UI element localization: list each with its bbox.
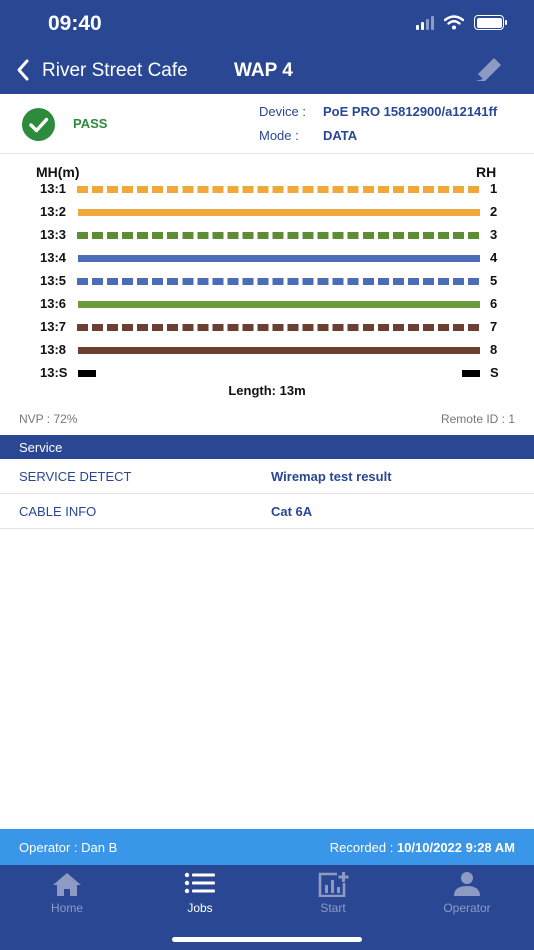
home-icon — [53, 873, 81, 896]
back-chevron-icon[interactable] — [12, 56, 36, 84]
home-indicator — [172, 937, 362, 942]
wiremap-wire — [77, 278, 481, 285]
wiremap-wire — [78, 301, 480, 308]
wiremap-row-label: 13:7 — [40, 319, 67, 334]
person-icon — [454, 872, 480, 896]
status-icons — [416, 15, 507, 30]
wiremap-row-pin: 5 — [490, 273, 498, 288]
header: 09:40 River Street Cafe WAP 4 — [0, 0, 534, 94]
service-row-detect[interactable]: SERVICE DETECT Wiremap test result — [0, 459, 534, 494]
wiremap-right-header: RH — [476, 164, 497, 180]
wiremap-left-header: MH(m) — [36, 164, 80, 180]
wiremap-row-label: 13:3 — [40, 227, 67, 242]
wiremap-row-label: 13:8 — [40, 342, 67, 357]
shield-right-marker — [462, 370, 480, 377]
remote-id: Remote ID : 1 — [440, 412, 515, 426]
wiremap: MH(m) RH Length: 13m NVP : 72% Remote ID… — [0, 154, 534, 434]
wiremap-row-pin: S — [490, 365, 499, 380]
service-value: Wiremap test result — [271, 469, 392, 484]
device-label: Device : — [259, 104, 306, 119]
wiremap-wire — [77, 232, 481, 239]
site-name[interactable]: River Street Cafe — [42, 60, 188, 82]
device-value: PoE PRO 15812900/a12141ff — [323, 104, 498, 119]
service-section-header: Service — [0, 435, 534, 459]
wiremap-wire — [77, 324, 481, 331]
wiremap-row-pin: 8 — [490, 342, 498, 357]
wiremap-row-pin: 4 — [490, 250, 498, 265]
wiremap-row-label: 13:6 — [40, 296, 67, 311]
recorded-info: Recorded : 10/10/2022 9:28 AM — [330, 840, 515, 855]
wiremap-wire — [78, 209, 480, 216]
tab-start[interactable]: Start — [273, 871, 393, 915]
wiremap-row-pin: 2 — [490, 204, 498, 219]
list-icon — [184, 872, 215, 894]
page-title: WAP 4 — [234, 60, 293, 81]
tab-jobs[interactable]: Jobs — [140, 871, 260, 915]
wiremap-row-label: 13:4 — [40, 250, 67, 265]
chart-add-icon — [318, 872, 349, 897]
result-summary: PASS Device : PoE PRO 15812900/a12141ff … — [0, 94, 534, 154]
wiremap-wire — [78, 255, 480, 262]
tab-home[interactable]: Home — [7, 871, 127, 915]
battery-icon — [474, 15, 507, 30]
tab-operator[interactable]: Operator — [407, 871, 527, 915]
service-key: CABLE INFO — [19, 504, 97, 519]
pass-check-icon — [22, 108, 55, 141]
edit-pencil-icon[interactable] — [472, 55, 506, 85]
wiremap-row-pin: 7 — [490, 319, 498, 334]
wiremap-row-pin: 3 — [490, 227, 498, 242]
service-value: Cat 6A — [271, 504, 313, 519]
tab-label: Home — [50, 901, 83, 915]
wiremap-row-label: 13:S — [40, 365, 68, 380]
service-key: SERVICE DETECT — [19, 469, 132, 484]
service-row-cable-info[interactable]: CABLE INFO Cat 6A — [0, 494, 534, 529]
wiremap-wire — [78, 347, 480, 354]
mode-value: DATA — [323, 128, 358, 143]
tab-label: Jobs — [187, 901, 213, 915]
wiremap-row-label: 13:5 — [40, 273, 67, 288]
wiremap-wire — [77, 186, 481, 193]
tab-label: Start — [320, 901, 346, 915]
wiremap-row-label: 13:2 — [40, 204, 67, 219]
cable-length: Length: 13m — [228, 383, 306, 398]
operator-info: Operator : Dan B — [19, 840, 118, 855]
signal-icon — [416, 15, 434, 30]
record-info-bar: Operator : Dan B Recorded : 10/10/2022 9… — [0, 829, 534, 865]
recorded-value: 10/10/2022 9:28 AM — [396, 840, 515, 855]
pass-status: PASS — [73, 116, 108, 131]
recorded-label: Recorded : — [329, 840, 394, 855]
mode-label: Mode : — [259, 128, 299, 143]
shield-left-marker — [78, 370, 96, 377]
status-time: 09:40 — [48, 12, 102, 35]
nvp-value: NVP : 72% — [19, 412, 78, 426]
wiremap-row-pin: 6 — [490, 296, 498, 311]
wiremap-row-label: 13:1 — [40, 181, 67, 196]
wiremap-wire — [78, 370, 480, 377]
wiremap-row-pin: 1 — [490, 181, 498, 196]
wifi-icon — [444, 15, 464, 30]
tab-label: Operator — [443, 901, 491, 915]
